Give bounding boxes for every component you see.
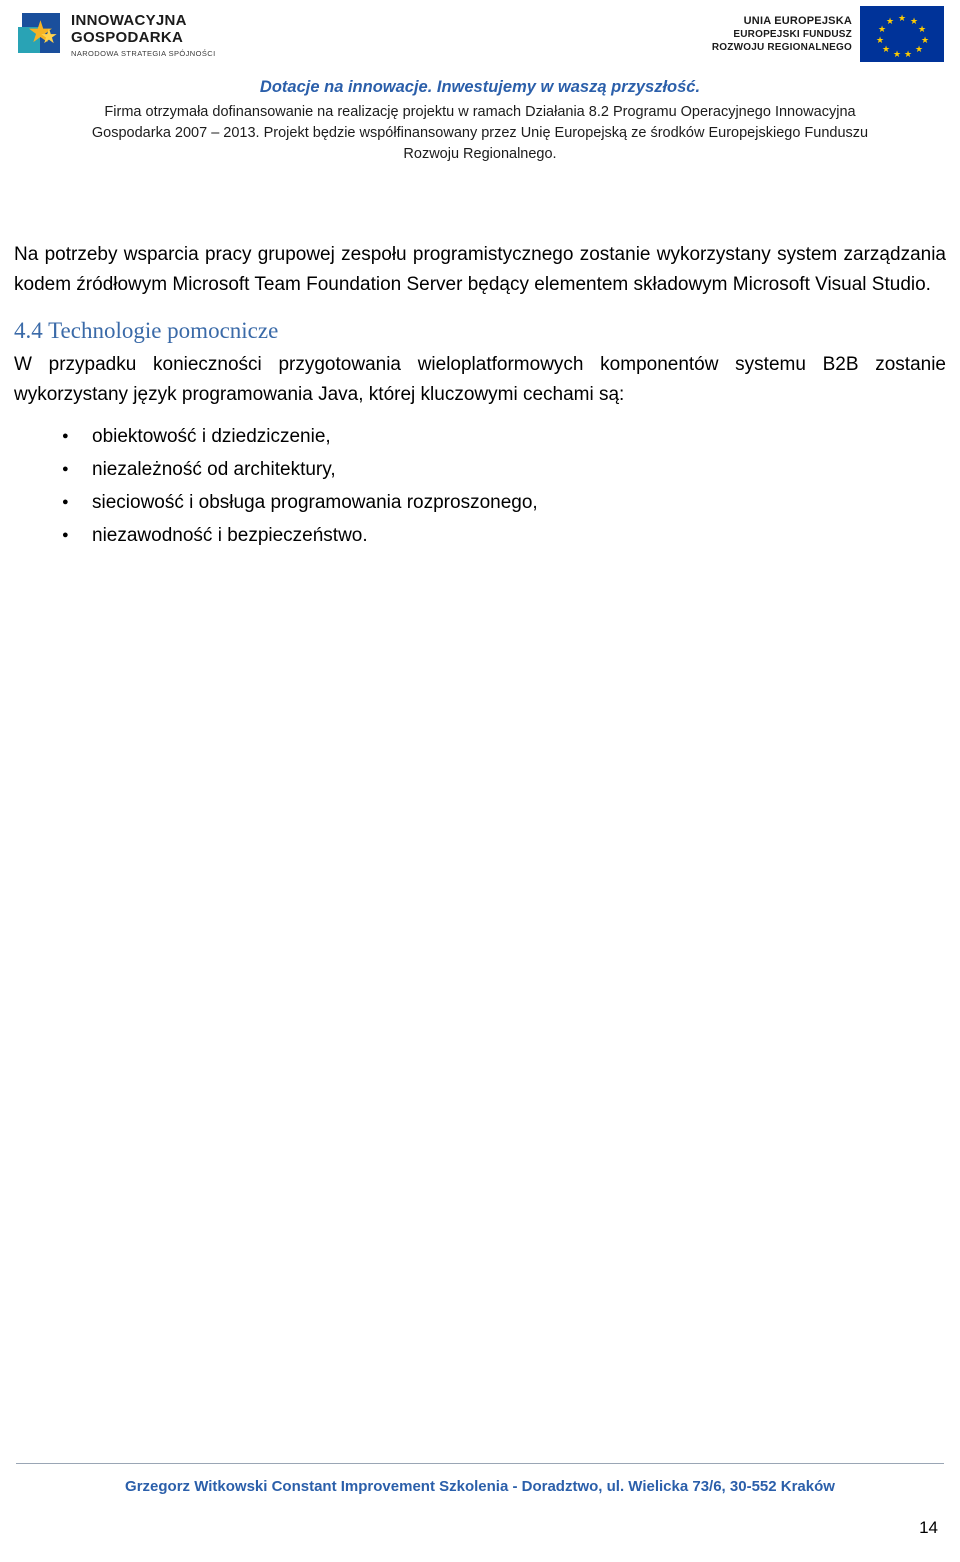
paragraph-tfs: Na potrzeby wsparcia pracy grupowej zesp… [14,244,946,295]
banner-line-1: Firma otrzymała dofinansowanie na realiz… [104,104,856,120]
paragraph-java: W przypadku konieczności przygotowania w… [14,354,946,405]
list-item: niezawodność i bezpieczeństwo. [14,519,946,552]
eu-logo: UNIA EUROPEJSKA EUROPEJSKI FUNDUSZ ROZWO… [712,4,944,64]
footer-company-info: Grzegorz Witkowski Constant Improvement … [125,1478,835,1495]
funding-banner: Dotacje na innowacje. Inwestujemy w wasz… [30,78,930,165]
innowacyjna-gospodarka-icon: ★ ★ [18,11,64,59]
logo-line-2: GOSPODARKA [71,29,184,46]
document-body: Na potrzeby wsparcia pracy grupowej zesp… [14,240,946,552]
eu-logo-line-3: ROZWOJU REGIONALNEGO [711,41,852,53]
java-features-list: obiektowość i dziedziczenie, niezależnoś… [14,420,946,552]
list-item: sieciowość i obsługa programowania rozpr… [14,486,946,519]
document-header: ★ ★ INNOWACYJNA GOSPODARKA NARODOWA STRA… [0,0,960,70]
eu-logo-line-1: UNIA EUROPEJSKA [743,14,852,27]
eu-flag-icon: ★ ★ ★ ★ ★ ★ ★ ★ ★ ★ ★ ★ [860,6,944,62]
list-item: niezależność od architektury, [14,453,946,486]
page-number: 14 [919,1518,938,1537]
banner-line-3: Rozwoju Regionalnego. [403,146,557,162]
list-item: obiektowość i dziedziczenie, [14,420,946,453]
logo-line-3: NARODOWA STRATEGIA SPÓJNOŚCI [71,49,216,58]
section-heading-4-4: 4.4 Technologie pomocnicze [14,318,279,343]
innowacyjna-gospodarka-logo: ★ ★ INNOWACYJNA GOSPODARKA NARODOWA STRA… [18,4,233,66]
logo-line-1: INNOWACYJNA [71,12,187,29]
banner-line-2: Gospodarka 2007 – 2013. Projekt będzie w… [91,125,869,141]
banner-tagline: Dotacje na innowacje. Inwestujemy w wasz… [259,78,701,96]
eu-logo-line-2: EUROPEJSKI FUNDUSZ [733,28,852,40]
footer-divider [16,1463,944,1464]
